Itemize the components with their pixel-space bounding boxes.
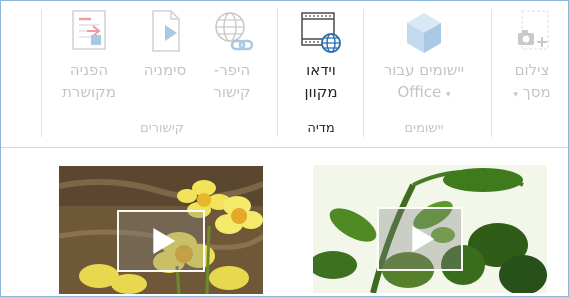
group-separator bbox=[41, 9, 42, 137]
word-window: צילום מסך ▾ יישומים עבור ▾ Office וידאו … bbox=[0, 0, 569, 297]
insert-ribbon: צילום מסך ▾ יישומים עבור ▾ Office וידאו … bbox=[1, 1, 568, 148]
screenshot-label: צילום bbox=[514, 61, 550, 79]
group-separator bbox=[277, 9, 278, 137]
cross-reference-label: הפניה bbox=[69, 61, 109, 79]
online-video-icon bbox=[301, 12, 341, 53]
play-icon bbox=[412, 226, 435, 252]
cross-reference-icon bbox=[72, 10, 106, 50]
group-label-apps: יישומים bbox=[404, 121, 444, 136]
document-area bbox=[1, 148, 568, 296]
screenshot-label-2: מסך bbox=[522, 83, 551, 101]
chevron-down-icon: ▾ bbox=[446, 90, 451, 100]
screenshot-icon bbox=[518, 10, 549, 50]
screenshot-button[interactable]: צילום מסך ▾ bbox=[501, 7, 563, 119]
hyperlink-label-2: קישור bbox=[213, 83, 251, 101]
office-apps-label: יישומים עבור bbox=[383, 61, 465, 79]
hyperlink-icon bbox=[215, 12, 254, 51]
bookmark-label: סימניה bbox=[143, 61, 187, 79]
video-thumbnail-daffodils[interactable] bbox=[59, 166, 263, 294]
group-separator bbox=[491, 9, 492, 137]
play-button[interactable] bbox=[377, 207, 463, 271]
bookmark-button[interactable]: סימניה bbox=[133, 7, 197, 119]
online-video-label: וידאו bbox=[306, 61, 336, 79]
office-store-icon bbox=[407, 13, 441, 53]
video-thumbnail-tomato[interactable] bbox=[313, 165, 547, 293]
chevron-down-icon: ▾ bbox=[513, 90, 518, 100]
bookmark-icon bbox=[152, 10, 180, 52]
online-video-button[interactable]: וידאו מקוון bbox=[289, 7, 353, 119]
office-apps-label-2: Office bbox=[397, 83, 442, 101]
hyperlink-label: היפר- bbox=[213, 61, 251, 79]
office-apps-button[interactable]: יישומים עבור ▾ Office bbox=[369, 7, 479, 119]
online-video-label-2: מקוון bbox=[304, 83, 338, 101]
group-separator bbox=[363, 9, 364, 137]
play-button[interactable] bbox=[117, 210, 205, 272]
group-label-media: מדיה bbox=[307, 121, 335, 136]
hyperlink-button[interactable]: היפר- קישור bbox=[201, 7, 263, 119]
cross-reference-button[interactable]: הפניה מקושרת bbox=[49, 7, 129, 119]
group-label-links: קישורים bbox=[140, 121, 184, 136]
play-icon bbox=[153, 228, 176, 254]
cross-reference-label-2: מקושרת bbox=[62, 83, 116, 101]
